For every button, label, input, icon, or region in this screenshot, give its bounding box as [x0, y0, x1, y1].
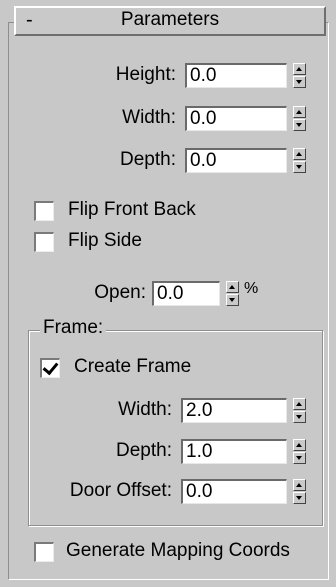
frame-depth-label: Depth: [116, 440, 172, 461]
frame-width-label: Width: [118, 399, 172, 420]
spinner-up-icon[interactable] [293, 106, 306, 118]
frame-depth-spinner-icon[interactable] [293, 439, 306, 464]
frame-width-input[interactable]: 2.0 [181, 398, 287, 423]
spinner-down-icon[interactable] [293, 452, 306, 464]
open-input[interactable]: 0.0 [152, 281, 220, 306]
percent-unit: % [244, 280, 259, 297]
height-input[interactable]: 0.0 [185, 63, 287, 88]
open-label: Open: [94, 282, 146, 303]
door-offset-input[interactable]: 0.0 [181, 479, 287, 504]
door-offset-label: Door Offset: [69, 480, 172, 501]
spinner-up-icon[interactable] [293, 148, 306, 160]
create-frame-label[interactable]: Create Frame [74, 356, 191, 378]
height-spinner-icon[interactable] [293, 63, 306, 88]
spinner-up-icon[interactable] [293, 479, 306, 491]
door-offset-spinner-icon[interactable] [293, 479, 306, 504]
depth-input[interactable]: 0.0 [185, 148, 287, 173]
parameters-rollout-header[interactable]: - Parameters [14, 6, 326, 36]
width-input[interactable]: 0.0 [185, 106, 287, 131]
frame-group-label: Frame: [40, 317, 107, 339]
flip-side-checkbox[interactable] [34, 232, 54, 252]
frame-depth-input[interactable]: 1.0 [181, 439, 287, 464]
depth-spinner-icon[interactable] [293, 148, 306, 173]
create-frame-checkbox[interactable] [40, 358, 60, 378]
spinner-down-icon[interactable] [293, 492, 306, 504]
open-spinner-icon[interactable] [226, 281, 239, 306]
flip-front-back-checkbox[interactable] [34, 201, 54, 221]
spinner-up-icon[interactable] [226, 281, 239, 293]
spinner-down-icon[interactable] [293, 76, 306, 88]
rollout-title: Parameters [120, 9, 220, 30]
generate-mapping-coords-label[interactable]: Generate Mapping Coords [66, 540, 290, 562]
spinner-up-icon[interactable] [293, 63, 306, 75]
spinner-up-icon[interactable] [293, 439, 306, 451]
depth-label: Depth: [120, 149, 176, 170]
generate-mapping-coords-checkbox[interactable] [34, 542, 54, 562]
width-label: Width: [122, 107, 176, 128]
spinner-down-icon[interactable] [293, 119, 306, 131]
spinner-down-icon[interactable] [226, 294, 239, 306]
height-label: Height: [115, 64, 176, 85]
width-spinner-icon[interactable] [293, 106, 306, 131]
spinner-down-icon[interactable] [293, 161, 306, 173]
flip-front-back-label[interactable]: Flip Front Back [68, 199, 196, 221]
spinner-up-icon[interactable] [293, 398, 306, 410]
spinner-down-icon[interactable] [293, 411, 306, 423]
frame-width-spinner-icon[interactable] [293, 398, 306, 423]
parameters-panel: - Parameters Height: 0.0 Width: 0.0 Dept… [0, 0, 336, 587]
flip-side-label[interactable]: Flip Side [68, 230, 142, 252]
